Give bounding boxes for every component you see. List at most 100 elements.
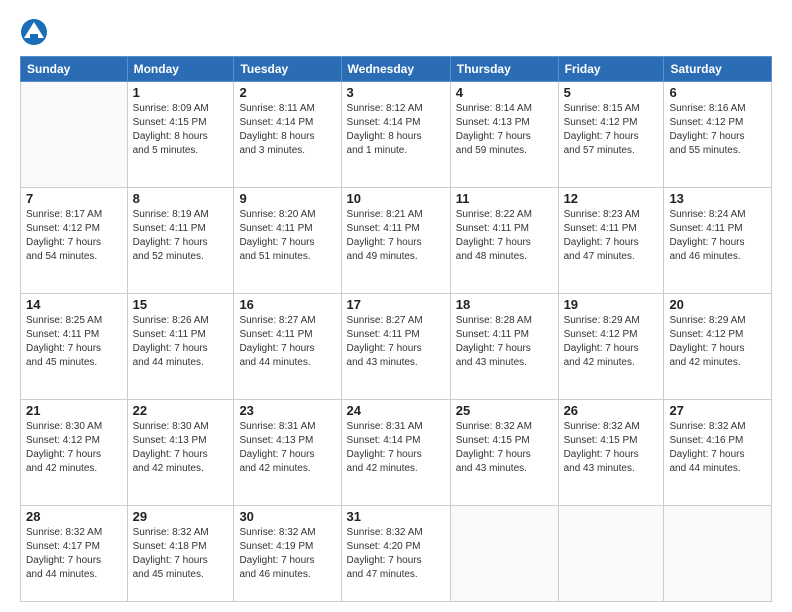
day-info: Sunrise: 8:21 AM Sunset: 4:11 PM Dayligh… [347, 208, 445, 264]
calendar-cell: 31Sunrise: 8:32 AM Sunset: 4:20 PM Dayli… [341, 505, 450, 601]
calendar-cell: 10 Sunrise: 8:21 AM Sunset: 4:11 PM Dayli… [341, 187, 450, 293]
day-number: 25 [456, 403, 553, 418]
day-number: 28 [26, 509, 122, 524]
calendar-cell: 30 Sunrise: 8:32 AM Sunset: 4:19 PM Dayli… [234, 505, 341, 601]
day-number: 6 [669, 85, 766, 100]
day-number: 5 [564, 85, 659, 100]
calendar-cell: 14Sunrise: 8:25 AM Sunset: 4:11 PM Dayli… [21, 293, 128, 399]
day-number: 11 [456, 191, 553, 206]
day-info: Sunrise: 8:32 AM Sunset: 4:19 PM Dayligh… [239, 526, 335, 582]
calendar-cell [558, 505, 664, 601]
calendar-cell: 20 Sunrise: 8:29 AM Sunset: 4:12 PM Dayli… [664, 293, 772, 399]
calendar-week-0: 1 Sunrise: 8:09 AM Sunset: 4:15 PM Daylig… [21, 82, 772, 188]
calendar-week-4: 28 Sunrise: 8:32 AM Sunset: 4:17 PM Dayli… [21, 505, 772, 601]
calendar-cell: 13 Sunrise: 8:24 AM Sunset: 4:11 PM Dayli… [664, 187, 772, 293]
day-info: Sunrise: 8:32 AM Sunset: 4:17 PM Dayligh… [26, 526, 122, 582]
calendar-header-thursday: Thursday [450, 57, 558, 82]
calendar-cell [664, 505, 772, 601]
day-info: Sunrise: 8:23 AM Sunset: 4:11 PM Dayligh… [564, 208, 659, 264]
day-number: 21 [26, 403, 122, 418]
day-info: Sunrise: 8:31 AM Sunset: 4:14 PM Dayligh… [347, 420, 445, 476]
day-info: Sunrise: 8:16 AM Sunset: 4:12 PM Dayligh… [669, 102, 766, 158]
day-number: 13 [669, 191, 766, 206]
day-number: 18 [456, 297, 553, 312]
day-info: Sunrise: 8:29 AM Sunset: 4:12 PM Dayligh… [669, 314, 766, 370]
day-number: 26 [564, 403, 659, 418]
day-info: Sunrise: 8:32 AM Sunset: 4:15 PM Dayligh… [564, 420, 659, 476]
day-number: 23 [239, 403, 335, 418]
header [20, 18, 772, 46]
day-number: 9 [239, 191, 335, 206]
day-number: 3 [347, 85, 445, 100]
calendar-cell: 18 Sunrise: 8:28 AM Sunset: 4:11 PM Dayli… [450, 293, 558, 399]
day-number: 2 [239, 85, 335, 100]
day-info: Sunrise: 8:28 AM Sunset: 4:11 PM Dayligh… [456, 314, 553, 370]
logo-icon [20, 18, 48, 46]
day-info: Sunrise: 8:24 AM Sunset: 4:11 PM Dayligh… [669, 208, 766, 264]
calendar-header-row: SundayMondayTuesdayWednesdayThursdayFrid… [21, 57, 772, 82]
calendar-cell: 15 Sunrise: 8:26 AM Sunset: 4:11 PM Dayli… [127, 293, 234, 399]
day-number: 17 [347, 297, 445, 312]
day-number: 15 [133, 297, 229, 312]
calendar-cell: 11Sunrise: 8:22 AM Sunset: 4:11 PM Dayli… [450, 187, 558, 293]
day-info: Sunrise: 8:32 AM Sunset: 4:20 PM Dayligh… [347, 526, 445, 582]
calendar-week-1: 7 Sunrise: 8:17 AM Sunset: 4:12 PM Daylig… [21, 187, 772, 293]
calendar-table: SundayMondayTuesdayWednesdayThursdayFrid… [20, 56, 772, 602]
calendar-header-saturday: Saturday [664, 57, 772, 82]
calendar-header-friday: Friday [558, 57, 664, 82]
calendar-cell: 3 Sunrise: 8:12 AM Sunset: 4:14 PM Daylig… [341, 82, 450, 188]
calendar-header-monday: Monday [127, 57, 234, 82]
calendar-cell: 23Sunrise: 8:31 AM Sunset: 4:13 PM Dayli… [234, 399, 341, 505]
calendar-cell: 27 Sunrise: 8:32 AM Sunset: 4:16 PM Dayli… [664, 399, 772, 505]
day-number: 4 [456, 85, 553, 100]
logo [20, 18, 52, 46]
day-info: Sunrise: 8:32 AM Sunset: 4:18 PM Dayligh… [133, 526, 229, 582]
calendar-header-wednesday: Wednesday [341, 57, 450, 82]
day-number: 8 [133, 191, 229, 206]
day-info: Sunrise: 8:32 AM Sunset: 4:16 PM Dayligh… [669, 420, 766, 476]
day-number: 10 [347, 191, 445, 206]
day-info: Sunrise: 8:17 AM Sunset: 4:12 PM Dayligh… [26, 208, 122, 264]
calendar-cell [450, 505, 558, 601]
calendar-cell: 19 Sunrise: 8:29 AM Sunset: 4:12 PM Dayli… [558, 293, 664, 399]
calendar-cell: 24 Sunrise: 8:31 AM Sunset: 4:14 PM Dayli… [341, 399, 450, 505]
calendar-cell: 26 Sunrise: 8:32 AM Sunset: 4:15 PM Dayli… [558, 399, 664, 505]
calendar-week-3: 21 Sunrise: 8:30 AM Sunset: 4:12 PM Dayli… [21, 399, 772, 505]
day-number: 1 [133, 85, 229, 100]
day-info: Sunrise: 8:19 AM Sunset: 4:11 PM Dayligh… [133, 208, 229, 264]
day-number: 14 [26, 297, 122, 312]
calendar-cell: 1 Sunrise: 8:09 AM Sunset: 4:15 PM Daylig… [127, 82, 234, 188]
day-info: Sunrise: 8:09 AM Sunset: 4:15 PM Dayligh… [133, 102, 229, 158]
calendar-cell [21, 82, 128, 188]
calendar-cell: 22 Sunrise: 8:30 AM Sunset: 4:13 PM Dayli… [127, 399, 234, 505]
day-info: Sunrise: 8:29 AM Sunset: 4:12 PM Dayligh… [564, 314, 659, 370]
calendar-cell: 28 Sunrise: 8:32 AM Sunset: 4:17 PM Dayli… [21, 505, 128, 601]
day-number: 12 [564, 191, 659, 206]
day-info: Sunrise: 8:30 AM Sunset: 4:12 PM Dayligh… [26, 420, 122, 476]
day-info: Sunrise: 8:12 AM Sunset: 4:14 PM Dayligh… [347, 102, 445, 158]
day-info: Sunrise: 8:26 AM Sunset: 4:11 PM Dayligh… [133, 314, 229, 370]
calendar-header-sunday: Sunday [21, 57, 128, 82]
calendar-cell: 7 Sunrise: 8:17 AM Sunset: 4:12 PM Daylig… [21, 187, 128, 293]
day-number: 19 [564, 297, 659, 312]
day-number: 27 [669, 403, 766, 418]
day-number: 16 [239, 297, 335, 312]
day-info: Sunrise: 8:27 AM Sunset: 4:11 PM Dayligh… [347, 314, 445, 370]
day-number: 22 [133, 403, 229, 418]
calendar-cell: 4 Sunrise: 8:14 AM Sunset: 4:13 PM Daylig… [450, 82, 558, 188]
calendar-cell: 29 Sunrise: 8:32 AM Sunset: 4:18 PM Dayli… [127, 505, 234, 601]
calendar-cell: 2 Sunrise: 8:11 AM Sunset: 4:14 PM Daylig… [234, 82, 341, 188]
day-info: Sunrise: 8:14 AM Sunset: 4:13 PM Dayligh… [456, 102, 553, 158]
day-number: 24 [347, 403, 445, 418]
day-number: 29 [133, 509, 229, 524]
day-info: Sunrise: 8:20 AM Sunset: 4:11 PM Dayligh… [239, 208, 335, 264]
day-number: 30 [239, 509, 335, 524]
day-number: 7 [26, 191, 122, 206]
day-number: 20 [669, 297, 766, 312]
page: SundayMondayTuesdayWednesdayThursdayFrid… [0, 0, 792, 612]
calendar-cell: 8 Sunrise: 8:19 AM Sunset: 4:11 PM Daylig… [127, 187, 234, 293]
day-info: Sunrise: 8:30 AM Sunset: 4:13 PM Dayligh… [133, 420, 229, 476]
calendar-cell: 6 Sunrise: 8:16 AM Sunset: 4:12 PM Daylig… [664, 82, 772, 188]
day-info: Sunrise: 8:15 AM Sunset: 4:12 PM Dayligh… [564, 102, 659, 158]
day-info: Sunrise: 8:11 AM Sunset: 4:14 PM Dayligh… [239, 102, 335, 158]
